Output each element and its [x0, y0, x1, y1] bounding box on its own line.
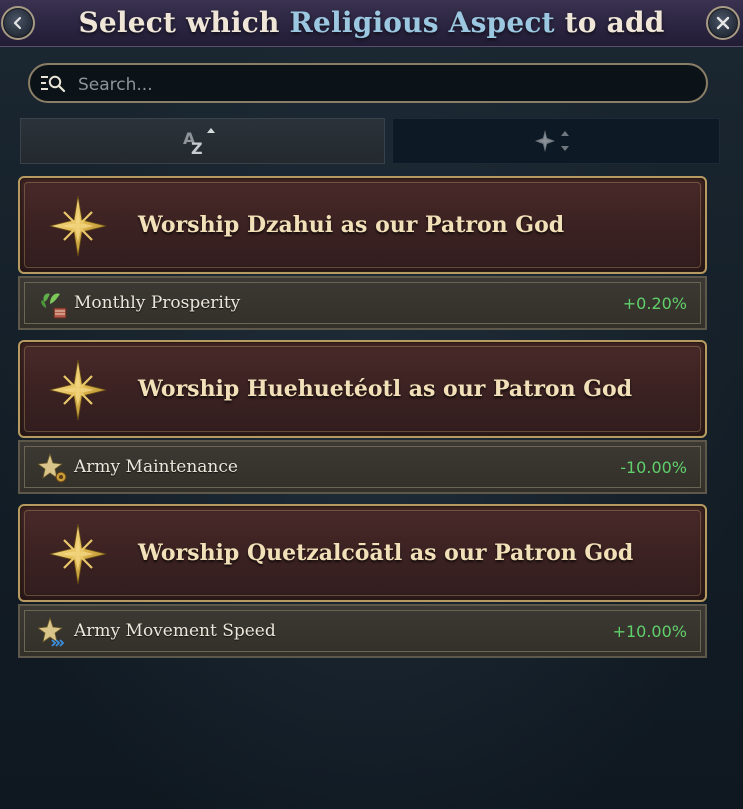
sort-by-type-tab[interactable]: [392, 118, 720, 164]
aspect-title: Worship Huehuetéotl as our Patron God: [138, 376, 633, 402]
sort-az-icon: A Z: [183, 128, 215, 156]
effect-value: -10.00%: [620, 458, 687, 477]
star-sort-icon: [535, 130, 569, 152]
aspect-title: Worship Quetzalcōātl as our Patron God: [138, 540, 634, 566]
effect-value: +10.00%: [612, 622, 687, 641]
effect-value: +0.20%: [622, 294, 687, 313]
prosperity-icon: [41, 293, 67, 319]
title-bar: Select which Religious Aspect to add: [0, 0, 743, 47]
sort-alphabetical-tab[interactable]: A Z: [20, 118, 385, 164]
title-prefix: Select which: [78, 6, 290, 39]
effect-label: Monthly Prosperity: [74, 293, 241, 313]
aspect-header[interactable]: Worship Quetzalcōātl as our Patron God: [18, 504, 707, 602]
close-icon: [716, 16, 730, 30]
search-bar: [28, 63, 708, 103]
aspect-effect-row: Army Maintenance -10.00%: [18, 440, 707, 494]
aspect-title: Worship Dzahui as our Patron God: [138, 212, 565, 238]
effect-label: Army Movement Speed: [74, 621, 276, 641]
army-movement-icon: [38, 616, 65, 647]
aspect-star-icon: [49, 359, 107, 421]
close-button[interactable]: [706, 6, 740, 40]
aspect-star-icon: [49, 523, 107, 585]
search-icon: [41, 75, 66, 92]
title-suffix: to add: [554, 6, 665, 39]
aspect-star-icon: [49, 195, 107, 257]
effect-label: Army Maintenance: [74, 457, 238, 477]
army-maintenance-icon: [38, 452, 67, 483]
aspect-header[interactable]: Worship Dzahui as our Patron God: [18, 176, 707, 274]
sort-tabs: A Z: [18, 118, 720, 164]
svg-text:Z: Z: [191, 139, 203, 156]
aspect-effect-row: Army Movement Speed +10.00%: [18, 604, 707, 658]
aspect-header[interactable]: Worship Huehuetéotl as our Patron God: [18, 340, 707, 438]
search-input[interactable]: [76, 71, 680, 99]
title-accent: Religious Aspect: [289, 6, 555, 39]
aspect-effect-row: Monthly Prosperity +0.20%: [18, 276, 707, 330]
page-title: Select which Religious Aspect to add: [0, 6, 743, 39]
